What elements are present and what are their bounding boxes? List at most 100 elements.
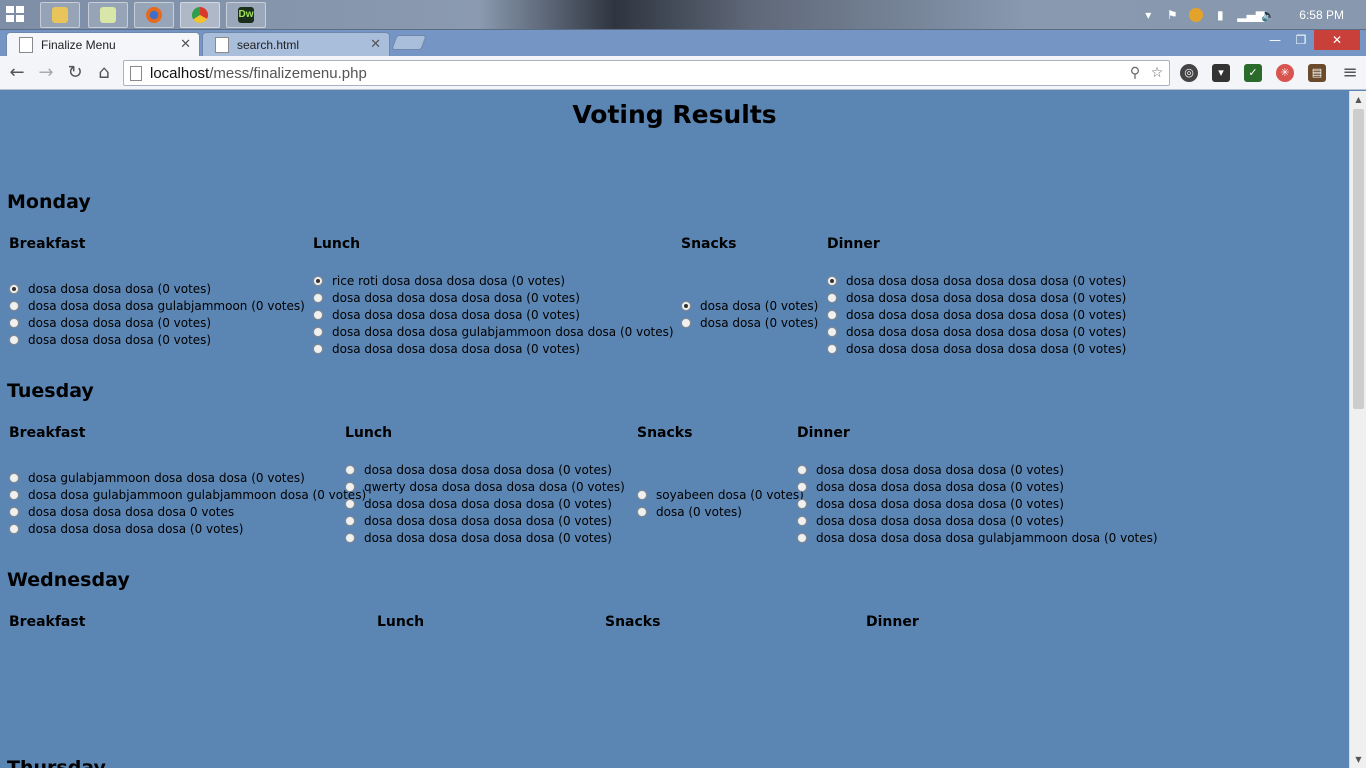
battery-icon[interactable]: ▮ <box>1213 8 1227 22</box>
menu-icon[interactable]: ≡ <box>1339 62 1361 84</box>
radio-button[interactable] <box>827 343 837 354</box>
radio-button[interactable] <box>313 275 323 286</box>
tv-extension-icon[interactable]: ▤ <box>1308 64 1326 82</box>
star-icon[interactable]: ☆ <box>1149 65 1165 81</box>
radio-button[interactable] <box>313 292 323 303</box>
radio-button[interactable] <box>345 532 355 543</box>
vote-option[interactable]: dosa dosa dosa dosa dosa dosa dosa (0 vo… <box>827 323 1126 340</box>
home-icon[interactable]: ⌂ <box>93 62 115 84</box>
radio-button[interactable] <box>9 506 19 517</box>
radio-button[interactable] <box>9 523 19 534</box>
radio-button[interactable] <box>313 343 323 354</box>
close-window-button[interactable]: ✕ <box>1314 30 1360 50</box>
radio-button[interactable] <box>681 317 691 328</box>
clock[interactable]: 6:58 PM <box>1299 8 1344 22</box>
sticky-notes-icon[interactable] <box>88 2 128 28</box>
vote-option[interactable]: dosa dosa dosa dosa dosa dosa dosa (0 vo… <box>827 306 1126 323</box>
radio-button[interactable] <box>345 464 355 475</box>
radio-button[interactable] <box>9 283 19 294</box>
vote-option[interactable]: dosa (0 votes) <box>637 503 804 520</box>
app-tray-icon[interactable] <box>1189 8 1204 22</box>
vote-option[interactable]: dosa dosa dosa dosa dosa dosa dosa (0 vo… <box>827 289 1126 306</box>
radio-button[interactable] <box>797 515 807 526</box>
vote-option[interactable]: dosa dosa dosa dosa dosa dosa (0 votes) <box>345 529 625 546</box>
radio-button[interactable] <box>637 489 647 500</box>
vote-option[interactable]: dosa dosa dosa dosa dosa dosa (0 votes) <box>797 512 1158 529</box>
vote-option[interactable]: dosa dosa dosa dosa dosa dosa dosa (0 vo… <box>827 272 1126 289</box>
checkmark-extension-icon[interactable]: ✓ <box>1244 64 1262 82</box>
vote-option[interactable]: dosa dosa dosa dosa (0 votes) <box>9 314 305 331</box>
chrome-icon[interactable] <box>180 2 220 28</box>
close-icon[interactable]: ✕ <box>370 37 381 52</box>
vote-option[interactable]: dosa dosa dosa dosa (0 votes) <box>9 331 305 348</box>
volume-icon[interactable]: 🔈 <box>1261 8 1276 22</box>
vote-option[interactable]: qwerty dosa dosa dosa dosa dosa (0 votes… <box>345 478 625 495</box>
scrollbar-thumb[interactable] <box>1353 109 1364 409</box>
vote-option[interactable]: rice roti dosa dosa dosa dosa (0 votes) <box>313 272 674 289</box>
extension-icon[interactable]: ◎ <box>1180 64 1198 82</box>
vote-option[interactable]: dosa dosa dosa dosa gulabjammoon dosa do… <box>313 323 674 340</box>
radio-button[interactable] <box>313 326 323 337</box>
vote-option[interactable]: dosa dosa (0 votes) <box>681 297 818 314</box>
signal-icon[interactable]: ▂▄▆ <box>1237 8 1265 22</box>
radio-button[interactable] <box>313 309 323 320</box>
tab-search[interactable]: search.html ✕ <box>202 32 390 56</box>
vote-option[interactable]: dosa dosa dosa dosa gulabjammoon (0 vote… <box>9 297 305 314</box>
radio-button[interactable] <box>827 309 837 320</box>
back-arrow-icon[interactable]: ← <box>6 62 28 84</box>
radio-button[interactable] <box>9 317 19 328</box>
radio-button[interactable] <box>827 326 837 337</box>
vote-option[interactable]: dosa dosa dosa dosa dosa dosa (0 votes) <box>313 340 674 357</box>
vote-option[interactable]: dosa dosa dosa dosa dosa dosa (0 votes) <box>797 461 1158 478</box>
radio-button[interactable] <box>9 472 19 483</box>
radio-button[interactable] <box>681 300 691 311</box>
vote-option[interactable]: dosa dosa gulabjammoon gulabjammoon dosa… <box>9 486 366 503</box>
radio-button[interactable] <box>345 498 355 509</box>
vote-option[interactable]: dosa dosa dosa dosa dosa gulabjammoon do… <box>797 529 1158 546</box>
scroll-down-icon[interactable]: ▼ <box>1350 751 1366 768</box>
radio-button[interactable] <box>9 300 19 311</box>
vote-option[interactable]: dosa dosa dosa dosa dosa dosa (0 votes) <box>345 495 625 512</box>
radio-button[interactable] <box>9 489 19 500</box>
radio-button[interactable] <box>9 334 19 345</box>
dreamweaver-icon[interactable]: Dw <box>226 2 266 28</box>
burst-extension-icon[interactable]: ✳ <box>1276 64 1294 82</box>
minimize-button[interactable]: — <box>1262 30 1288 50</box>
close-icon[interactable]: ✕ <box>180 37 191 52</box>
flag-icon[interactable]: ⚑ <box>1165 8 1179 22</box>
radio-button[interactable] <box>827 275 837 286</box>
radio-button[interactable] <box>797 532 807 543</box>
radio-button[interactable] <box>797 498 807 509</box>
radio-button[interactable] <box>827 292 837 303</box>
vote-option[interactable]: dosa dosa dosa dosa dosa dosa (0 votes) <box>345 512 625 529</box>
new-tab-button[interactable] <box>391 35 427 50</box>
tab-finalize-menu[interactable]: Finalize Menu ✕ <box>6 32 200 56</box>
scroll-up-icon[interactable]: ▲ <box>1350 91 1366 108</box>
vote-option[interactable]: dosa dosa dosa dosa dosa dosa (0 votes) <box>797 478 1158 495</box>
vertical-scrollbar[interactable]: ▲ ▼ <box>1349 91 1366 768</box>
search-icon[interactable]: ⚲ <box>1127 65 1143 81</box>
vote-option[interactable]: soyabeen dosa (0 votes) <box>637 486 804 503</box>
vote-option[interactable]: dosa dosa (0 votes) <box>681 314 818 331</box>
vote-option[interactable]: dosa dosa dosa dosa dosa dosa (0 votes) <box>797 495 1158 512</box>
address-bar[interactable]: localhost/mess/finalizemenu.php ⚲ ☆ <box>123 60 1170 86</box>
vote-option[interactable]: dosa dosa dosa dosa (0 votes) <box>9 280 305 297</box>
radio-button[interactable] <box>345 515 355 526</box>
radio-button[interactable] <box>637 506 647 517</box>
vote-option[interactable]: dosa dosa dosa dosa dosa dosa dosa (0 vo… <box>827 340 1126 357</box>
forward-arrow-icon[interactable]: → <box>35 62 57 84</box>
vote-option[interactable]: dosa gulabjammoon dosa dosa dosa (0 vote… <box>9 469 366 486</box>
firefox-icon[interactable] <box>134 2 174 28</box>
radio-button[interactable] <box>345 481 355 492</box>
vote-option[interactable]: dosa dosa dosa dosa dosa 0 votes <box>9 503 366 520</box>
reload-icon[interactable]: ↻ <box>64 62 86 84</box>
vote-option[interactable]: dosa dosa dosa dosa dosa dosa (0 votes) <box>313 306 674 323</box>
file-explorer-icon[interactable] <box>40 2 80 28</box>
pocket-icon[interactable]: ▾ <box>1212 64 1230 82</box>
vote-option[interactable]: dosa dosa dosa dosa dosa dosa (0 votes) <box>345 461 625 478</box>
vote-option[interactable]: dosa dosa dosa dosa dosa (0 votes) <box>9 520 366 537</box>
restore-button[interactable]: ❐ <box>1288 30 1314 50</box>
radio-button[interactable] <box>797 481 807 492</box>
url-text[interactable]: localhost/mess/finalizemenu.php <box>150 65 367 82</box>
radio-button[interactable] <box>797 464 807 475</box>
